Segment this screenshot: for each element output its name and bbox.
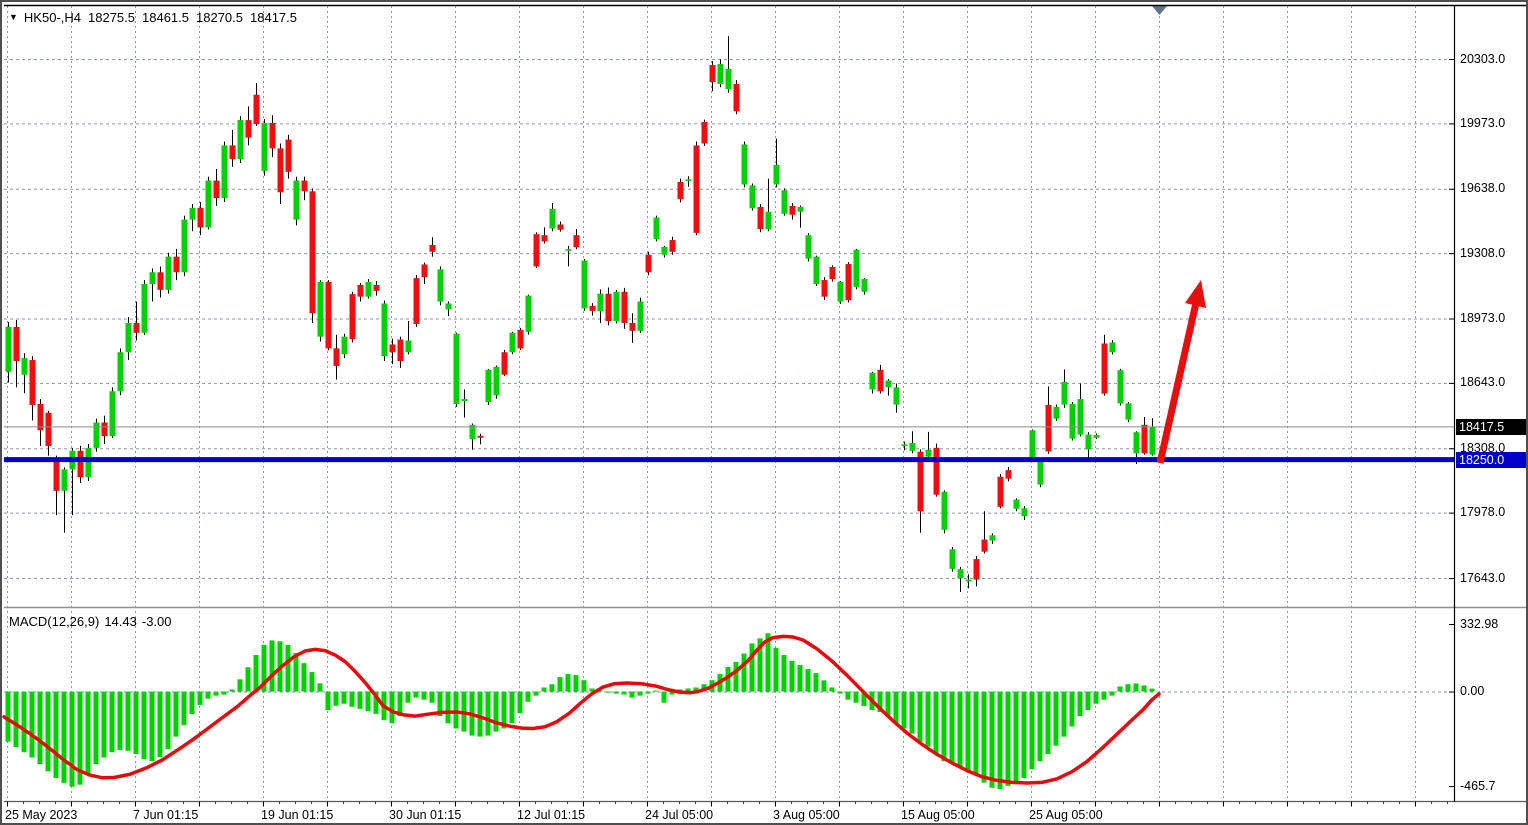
- symbol-ohlc-values: HK50-,H4 18275.5 18461.5 18270.5 18417.5: [24, 10, 304, 25]
- time-axis-label: 30 Jun 01:15: [389, 808, 461, 822]
- time-axis-label: 12 Jul 01:15: [517, 808, 585, 822]
- time-axis-label: 15 Aug 05:00: [901, 808, 975, 822]
- price-axis-label: 18973.0: [1460, 311, 1505, 325]
- price-axis-label: 19308.0: [1460, 246, 1505, 260]
- time-axis-label: 7 Jun 01:15: [133, 808, 198, 822]
- chart-canvas[interactable]: [2, 2, 1528, 825]
- macd-value: 14.43: [104, 614, 137, 629]
- low-value: 18270.5: [196, 10, 243, 25]
- macd-signal-value: -3.00: [142, 614, 172, 629]
- macd-name: MACD(12,26,9): [9, 614, 99, 629]
- price-axis-label: 17978.0: [1460, 505, 1505, 519]
- time-axis-label: 19 Jun 01:15: [261, 808, 333, 822]
- candles-layer: [6, 36, 1156, 592]
- chart-window: ▼ HK50-,H4 18275.5 18461.5 18270.5 18417.5 M…: [0, 0, 1528, 825]
- open-value: 18275.5: [88, 10, 135, 25]
- support-line-badge: 18250.0: [1456, 452, 1528, 468]
- price-axis-label: 18643.0: [1460, 375, 1505, 389]
- symbol-dropdown-icon[interactable]: ▼: [9, 13, 18, 22]
- time-axis-label: 24 Jul 05:00: [645, 808, 713, 822]
- trend-arrow[interactable]: [1160, 280, 1206, 463]
- macd-axis-label: 332.98: [1460, 617, 1498, 631]
- time-axis-label: 3 Aug 05:00: [773, 808, 840, 822]
- macd-axis-label: 0.00: [1460, 684, 1484, 698]
- macd-histogram: [6, 633, 1155, 789]
- symbol-period: HK50-,H4: [24, 10, 81, 25]
- price-axis-label: 20303.0: [1460, 52, 1505, 66]
- price-axis-label: 19638.0: [1460, 181, 1505, 195]
- current-price-badge: 18417.5: [1456, 419, 1528, 435]
- close-value: 18417.5: [250, 10, 297, 25]
- macd-axis-label: -465.7: [1460, 779, 1495, 793]
- macd-indicator-label: MACD(12,26,9) 14.43 -3.00: [9, 614, 177, 629]
- time-marker-icon: [1152, 6, 1167, 15]
- symbol-ohlc-label: ▼ HK50-,H4 18275.5 18461.5 18270.5 18417.5: [9, 10, 304, 25]
- time-axis-label: 25 Aug 05:00: [1029, 808, 1103, 822]
- price-axis-label: 17643.0: [1460, 571, 1505, 585]
- time-axis-label: 25 May 2023: [5, 808, 77, 822]
- high-value: 18461.5: [142, 10, 189, 25]
- price-axis-label: 19973.0: [1460, 116, 1505, 130]
